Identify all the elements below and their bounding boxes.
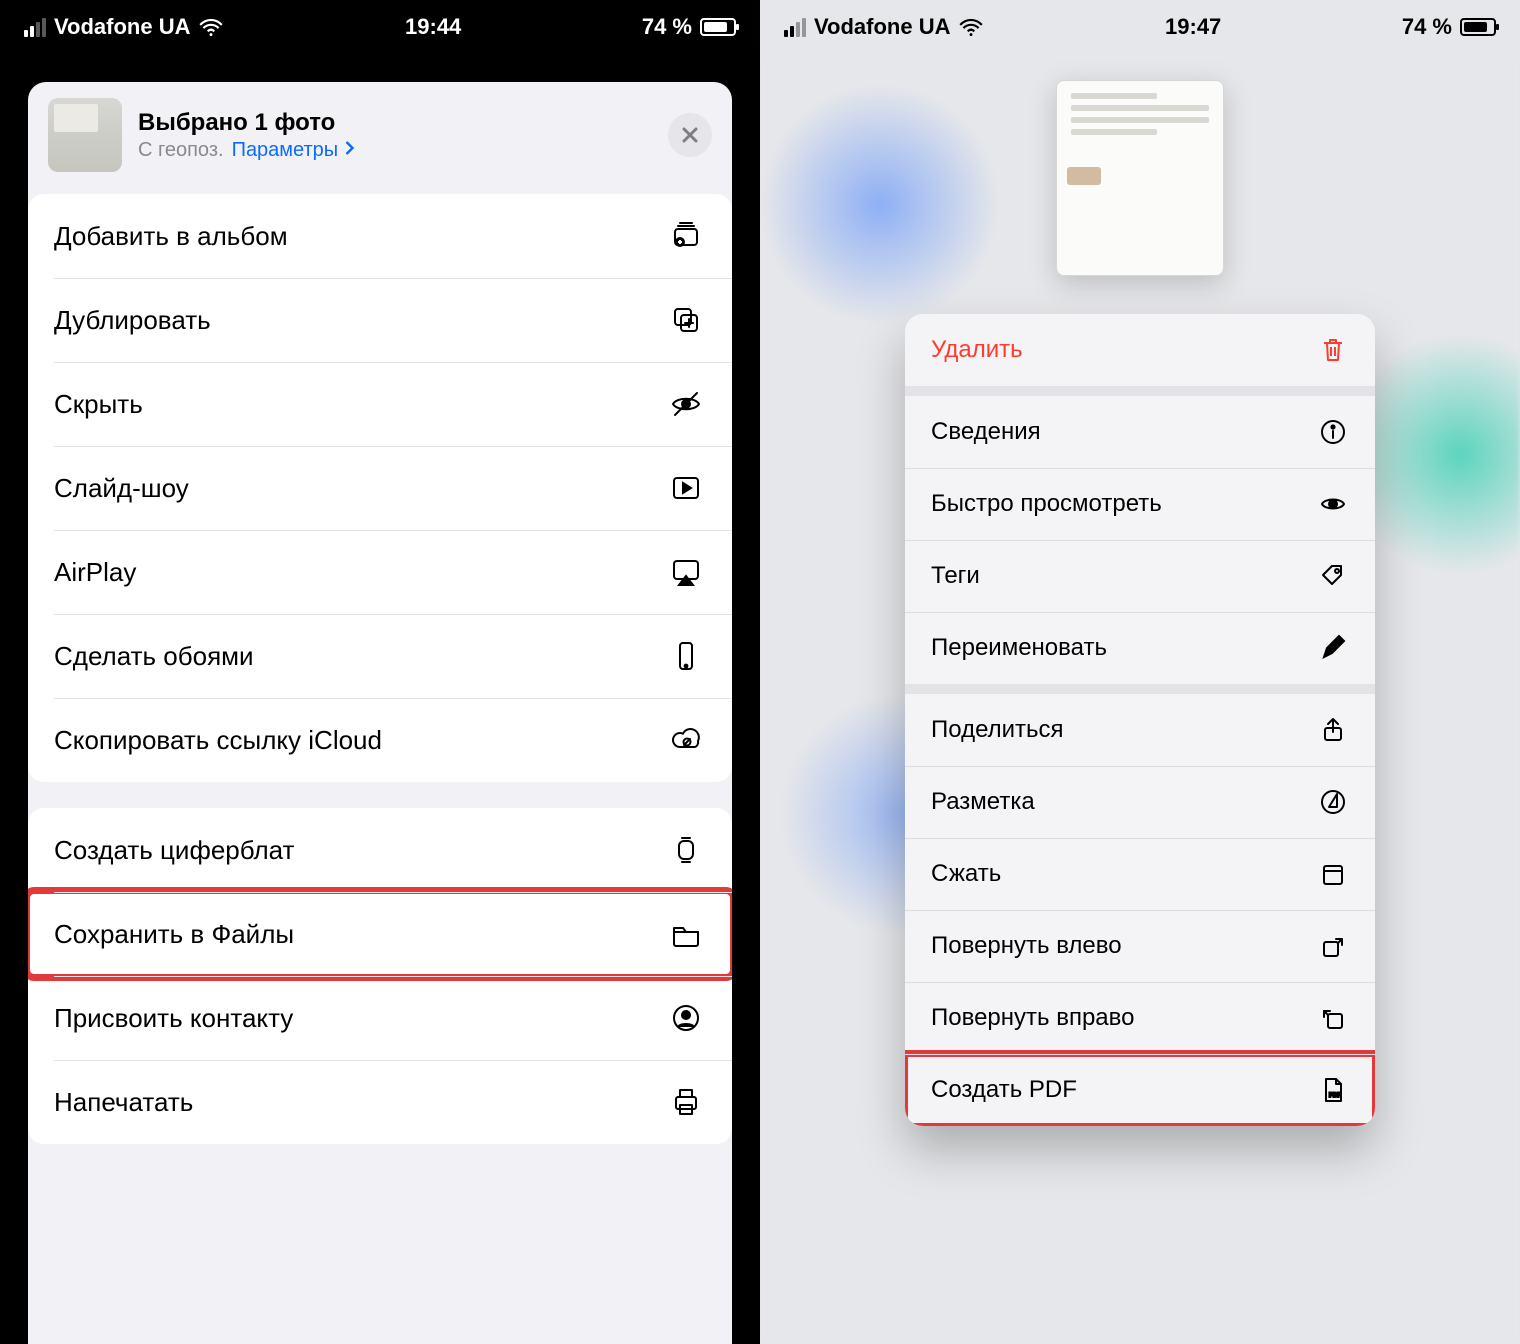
ctx-row-markup[interactable]: Разметка — [905, 766, 1375, 838]
contact-icon — [666, 998, 706, 1038]
folder-icon — [666, 914, 706, 954]
screen-share-sheet: Vodafone UA 19:44 74 % Выбрано 1 фото С … — [0, 0, 760, 1344]
duplicate-icon — [666, 300, 706, 340]
share-sheet: Выбрано 1 фото С геопоз. Параметры Добав… — [28, 82, 732, 1344]
share-row-icloud-link[interactable]: Скопировать ссылку iCloud — [28, 698, 732, 782]
share-subtitle[interactable]: С геопоз. Параметры — [138, 139, 355, 162]
slideshow-icon — [666, 468, 706, 508]
airplay-icon — [666, 552, 706, 592]
share-row-label: Скопировать ссылку iCloud — [54, 725, 382, 756]
ctx-row-pdf[interactable]: Создать PDF PDF — [905, 1054, 1375, 1126]
album-icon — [666, 216, 706, 256]
share-row-duplicate[interactable]: Дублировать — [28, 278, 732, 362]
status-bar-right: Vodafone UA 19:47 74 % — [760, 0, 1520, 54]
ctx-row-label: Поделиться — [931, 716, 1064, 744]
ctx-row-trash[interactable]: Удалить — [905, 314, 1375, 386]
ctx-row-compress[interactable]: Сжать — [905, 838, 1375, 910]
watchface-icon — [666, 830, 706, 870]
share-row-hide[interactable]: Скрыть — [28, 362, 732, 446]
ctx-row-label: Повернуть влево — [931, 932, 1122, 960]
ctx-row-label: Разметка — [931, 788, 1035, 816]
ctx-row-label: Повернуть вправо — [931, 1004, 1134, 1032]
share-row-print[interactable]: Напечатать — [28, 1060, 732, 1144]
share-row-label: AirPlay — [54, 557, 136, 588]
screen-context-menu: Vodafone UA 19:47 74 % Удалить Сведения … — [760, 0, 1520, 1344]
ctx-row-tag[interactable]: Теги — [905, 540, 1375, 612]
share-row-album[interactable]: Добавить в альбом — [28, 194, 732, 278]
ctx-row-label: Сведения — [931, 418, 1041, 446]
icloud-link-icon — [666, 720, 706, 760]
wifi-icon — [958, 17, 984, 37]
battery-pct-label: 74 % — [642, 14, 692, 40]
share-row-label: Скрыть — [54, 389, 143, 420]
wifi-icon — [198, 17, 224, 37]
clock-label: 19:44 — [405, 14, 461, 40]
ctx-row-rename[interactable]: Переименовать — [905, 612, 1375, 684]
share-row-label: Сохранить в Файлы — [54, 919, 294, 950]
tag-icon — [1317, 560, 1349, 592]
ctx-row-rotate-left[interactable]: Повернуть влево — [905, 910, 1375, 982]
share-row-label: Создать циферблат — [54, 835, 294, 866]
ctx-row-label: Быстро просмотреть — [931, 490, 1162, 518]
signal-icon — [24, 18, 46, 37]
share-row-label: Сделать обоями — [54, 641, 254, 672]
share-row-label: Напечатать — [54, 1087, 193, 1118]
status-bar-left: Vodafone UA 19:44 74 % — [0, 0, 760, 54]
rotate-left-icon — [1317, 930, 1349, 962]
ctx-row-label: Создать PDF — [931, 1076, 1077, 1104]
info-icon — [1317, 416, 1349, 448]
share-group-1: Добавить в альбом Дублировать Скрыть Сла… — [28, 194, 732, 782]
share-row-contact[interactable]: Присвоить контакту — [28, 976, 732, 1060]
clock-label: 19:47 — [1165, 14, 1221, 40]
share-row-slideshow[interactable]: Слайд-шоу — [28, 446, 732, 530]
svg-text:PDF: PDF — [1329, 1093, 1341, 1099]
ctx-row-label: Теги — [931, 562, 980, 590]
carrier-label: Vodafone UA — [814, 14, 950, 40]
share-params-link[interactable]: Параметры — [232, 139, 355, 162]
ctx-row-label: Переименовать — [931, 634, 1107, 662]
share-icon — [1317, 714, 1349, 746]
share-row-label: Дублировать — [54, 305, 211, 336]
compress-icon — [1317, 858, 1349, 890]
share-row-airplay[interactable]: AirPlay — [28, 530, 732, 614]
carrier-label: Vodafone UA — [54, 14, 190, 40]
share-scroll[interactable]: Добавить в альбом Дублировать Скрыть Сла… — [28, 194, 732, 1344]
print-icon — [666, 1082, 706, 1122]
wallpaper-icon — [666, 636, 706, 676]
battery-icon — [1460, 18, 1496, 36]
markup-icon — [1317, 786, 1349, 818]
quicklook-icon — [1317, 488, 1349, 520]
close-button[interactable] — [668, 113, 712, 157]
share-row-folder[interactable]: Сохранить в Файлы — [28, 892, 732, 976]
ctx-row-share[interactable]: Поделиться — [905, 694, 1375, 766]
ctx-row-rotate-right[interactable]: Повернуть вправо — [905, 982, 1375, 1054]
share-row-label: Слайд-шоу — [54, 473, 189, 504]
share-group-2: Создать циферблат Сохранить в Файлы Прис… — [28, 808, 732, 1144]
menu-separator — [905, 386, 1375, 396]
signal-icon — [784, 18, 806, 37]
share-row-wallpaper[interactable]: Сделать обоями — [28, 614, 732, 698]
document-preview[interactable] — [1056, 80, 1224, 276]
ctx-row-info[interactable]: Сведения — [905, 396, 1375, 468]
menu-separator — [905, 684, 1375, 694]
share-row-label: Добавить в альбом — [54, 221, 288, 252]
share-title: Выбрано 1 фото — [138, 109, 355, 137]
context-menu: Удалить Сведения Быстро просмотреть Теги… — [905, 314, 1375, 1126]
battery-pct-label: 74 % — [1402, 14, 1452, 40]
share-header: Выбрано 1 фото С геопоз. Параметры — [28, 82, 732, 194]
hide-icon — [666, 384, 706, 424]
rename-icon — [1317, 632, 1349, 664]
ctx-row-quicklook[interactable]: Быстро просмотреть — [905, 468, 1375, 540]
rotate-right-icon — [1317, 1002, 1349, 1034]
trash-icon — [1317, 334, 1349, 366]
share-row-label: Присвоить контакту — [54, 1003, 293, 1034]
share-row-watchface[interactable]: Создать циферблат — [28, 808, 732, 892]
photo-thumbnail[interactable] — [48, 98, 122, 172]
ctx-row-label: Сжать — [931, 860, 1001, 888]
ctx-row-label: Удалить — [931, 336, 1023, 364]
battery-icon — [700, 18, 736, 36]
pdf-icon: PDF — [1317, 1074, 1349, 1106]
